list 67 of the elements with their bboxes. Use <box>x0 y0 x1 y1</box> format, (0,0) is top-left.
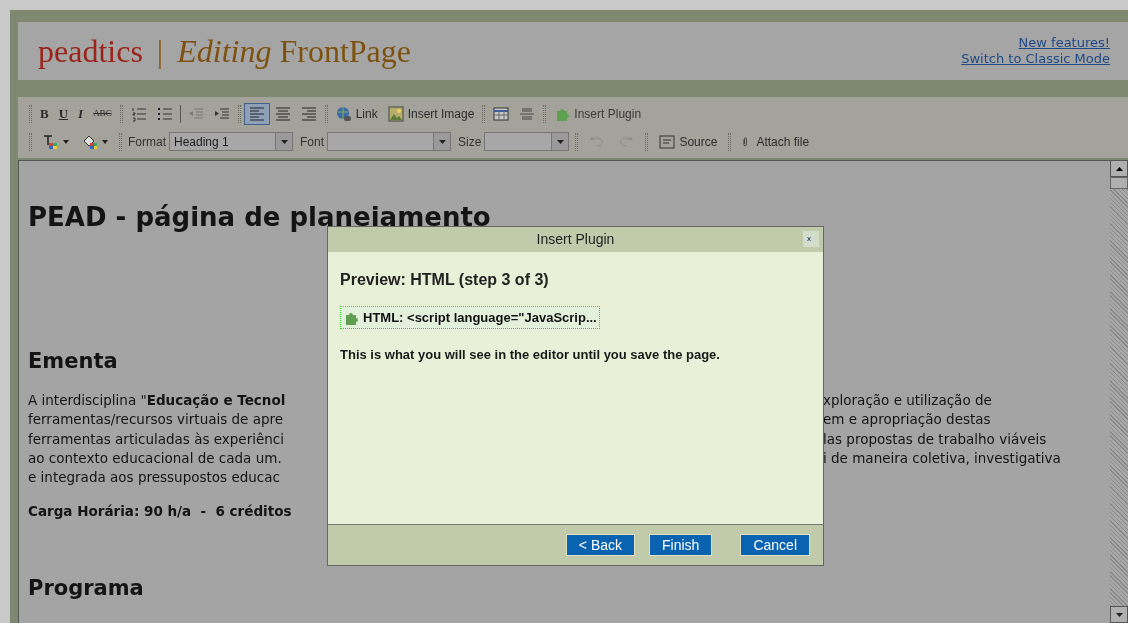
header-link[interactable]: Switch to Classic Mode <box>961 51 1110 67</box>
scroll-down-icon <box>1115 612 1123 617</box>
paragraph-text: em e apropriação destas <box>823 410 991 430</box>
paragraph-text: i de maneira coletiva, investigativa <box>823 448 1061 468</box>
dropdown-caret-icon <box>556 139 564 144</box>
paint-bucket-icon <box>82 133 98 150</box>
align-button[interactable] <box>243 102 270 125</box>
scroll-up-icon <box>1115 166 1123 171</box>
bullet-list-icon <box>156 105 173 122</box>
outdent-icon <box>187 105 204 122</box>
size-label: Size <box>458 133 482 151</box>
caret-icon <box>102 139 108 144</box>
strikethrough-button[interactable]: ABC <box>88 102 117 125</box>
paragraph-text: xploração e utilização de <box>823 391 992 410</box>
header-link[interactable]: New features! <box>1018 35 1110 51</box>
font-select[interactable] <box>327 132 452 151</box>
scroll-down-button[interactable] <box>1110 606 1128 623</box>
format-label: Format <box>128 133 166 151</box>
section-heading: Programa <box>28 574 144 601</box>
scrollbar-thumb[interactable] <box>1110 177 1128 189</box>
link-button[interactable]: Link <box>330 102 383 125</box>
title-separator: | <box>156 35 164 67</box>
caret-icon <box>63 139 69 144</box>
text-align-icon <box>300 105 317 122</box>
paragraph-text: ferramentas/recursos virtuais de apre <box>28 410 284 430</box>
dialog-button[interactable]: < Back <box>565 534 636 556</box>
underline-button[interactable]: U <box>53 102 74 125</box>
indent-icon <box>213 105 230 122</box>
italic-button[interactable]: I <box>73 102 89 125</box>
format-select[interactable]: Heading 1 <box>169 132 293 151</box>
attach-file-button[interactable]: Attach file <box>737 130 815 153</box>
plugin-placeholder[interactable]: HTML: <script language="JavaScrip... <box>340 306 600 329</box>
text-align-icon <box>248 105 265 122</box>
insert-plugin-button[interactable]: Insert Plugin <box>549 102 647 125</box>
close-button[interactable] <box>803 231 819 247</box>
paragraph-text: e integrada aos pressupostos educac <box>28 468 280 488</box>
page-title: Editing FrontPage <box>177 35 411 67</box>
source-button[interactable]: Source <box>654 130 723 153</box>
page-heading: PEAD - página de planejamento <box>28 201 491 233</box>
dialog-message: This is what you will see in the editor until you save the page. <box>340 345 721 364</box>
dropdown-caret-icon <box>280 139 288 144</box>
document-icon <box>659 133 676 150</box>
font-label: Font <box>300 133 325 151</box>
text-color-icon <box>43 133 59 150</box>
dialog-title: Insert Plugin <box>536 230 615 249</box>
paragraph-text: A interdisciplina "Educação e Tecnol <box>28 391 286 410</box>
dialog-button[interactable]: Finish <box>649 534 713 556</box>
size-select[interactable] <box>484 132 570 151</box>
horizontal-rule-icon <box>519 105 536 122</box>
course-hours: Carga Horária: 90 h/a - 6 créditos <box>28 502 292 522</box>
table-icon <box>493 105 510 122</box>
site-name: peadtics <box>38 35 143 67</box>
paragraph-text: ferramentas articuladas às experiênci <box>28 429 284 449</box>
scrollbar[interactable] <box>1110 160 1128 623</box>
dialog-button[interactable]: Cancel <box>740 534 810 556</box>
image-icon <box>387 105 404 122</box>
paragraph-text: ao contexto educacional de cada um. <box>28 448 282 468</box>
section-heading: Ementa <box>28 348 118 374</box>
scroll-up-button[interactable] <box>1110 160 1128 177</box>
numbered-list-icon <box>130 105 147 122</box>
globe-icon <box>335 105 352 122</box>
dialog-heading: Preview: HTML (step 3 of 3) <box>340 270 550 290</box>
dropdown-caret-icon <box>438 139 446 144</box>
paragraph-text: las propostas de trabalho viáveis <box>823 429 1047 449</box>
text-align-icon <box>274 105 291 122</box>
bold-button[interactable]: B <box>35 102 54 125</box>
insert-image-button[interactable]: Insert Image <box>382 102 480 125</box>
